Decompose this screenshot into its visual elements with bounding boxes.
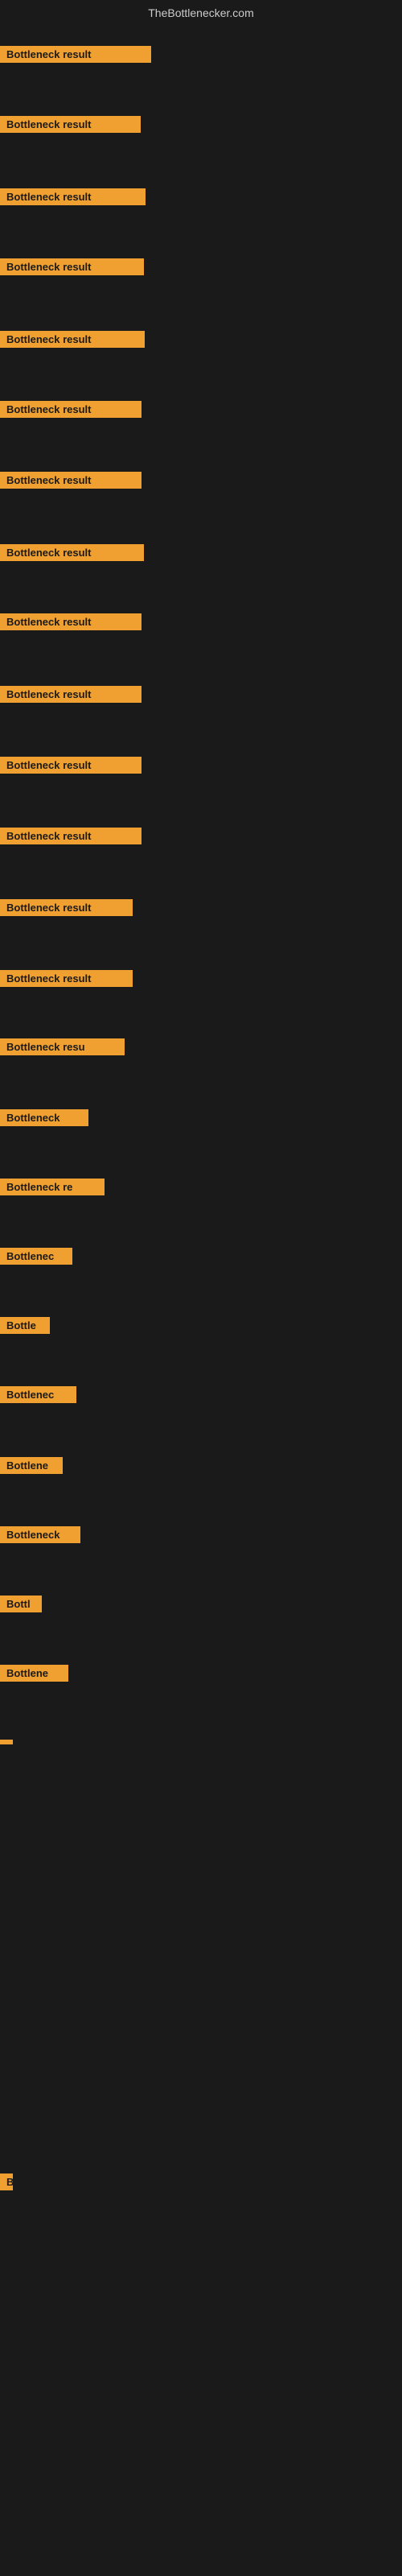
bottleneck-label: Bottleneck result — [0, 613, 142, 630]
bottleneck-item: Bottleneck result — [0, 258, 144, 279]
bottleneck-label: Bottl — [0, 1596, 42, 1612]
bottleneck-label: Bottleneck result — [0, 544, 144, 561]
bottleneck-item: Bottleneck re — [0, 1179, 105, 1199]
bottleneck-item: Bottlene — [0, 1457, 63, 1478]
bottleneck-label: Bottle — [0, 1317, 50, 1334]
bottleneck-label: Bottleneck result — [0, 899, 133, 916]
bottleneck-label: Bottleneck result — [0, 46, 151, 63]
bottleneck-item — [0, 1734, 13, 1748]
bottleneck-item: Bottlenec — [0, 1386, 76, 1407]
bottleneck-label: Bottleneck result — [0, 401, 142, 418]
bottleneck-item: Bottlene — [0, 1665, 68, 1686]
bottleneck-item: Bottleneck result — [0, 613, 142, 634]
bottleneck-label: Bottleneck result — [0, 116, 141, 133]
bottleneck-item: Bottleneck result — [0, 331, 145, 352]
bottleneck-label: Bottleneck result — [0, 472, 142, 489]
bottleneck-label: Bottlene — [0, 1457, 63, 1474]
bottleneck-label: Bottleneck re — [0, 1179, 105, 1195]
bottleneck-label: Bottleneck result — [0, 686, 142, 703]
bottleneck-item: Bottleneck result — [0, 188, 146, 209]
site-title: TheBottlenecker.com — [148, 6, 254, 19]
bottleneck-item: Bottleneck result — [0, 401, 142, 422]
bottleneck-item: Bottleneck result — [0, 46, 151, 67]
bottleneck-label: Bottleneck result — [0, 188, 146, 205]
bottleneck-label: Bottleneck result — [0, 258, 144, 275]
bottleneck-item: Bottleneck resu — [0, 1038, 125, 1059]
bottleneck-label: B — [0, 2174, 13, 2190]
bottleneck-item: Bottleneck result — [0, 472, 142, 493]
bottleneck-label: Bottleneck result — [0, 757, 142, 774]
bottleneck-label: Bottleneck result — [0, 828, 142, 844]
bottleneck-item: Bottle — [0, 1317, 50, 1338]
bottleneck-item: Bottleneck — [0, 1526, 80, 1547]
bottleneck-label: Bottleneck result — [0, 970, 133, 987]
bottleneck-item: Bottl — [0, 1596, 42, 1616]
bottleneck-item: Bottleneck result — [0, 116, 141, 137]
bottleneck-item: Bottleneck — [0, 1109, 88, 1130]
bottleneck-label: Bottlenec — [0, 1248, 72, 1265]
bottleneck-label: Bottlene — [0, 1665, 68, 1682]
bottleneck-item: Bottleneck result — [0, 899, 133, 920]
bottleneck-label: Bottlenec — [0, 1386, 76, 1403]
bottleneck-item: Bottlenec — [0, 1248, 72, 1269]
bottleneck-item: B — [0, 2174, 13, 2194]
bottleneck-label: Bottleneck resu — [0, 1038, 125, 1055]
bottleneck-label — [0, 1740, 13, 1744]
bottleneck-label: Bottleneck — [0, 1526, 80, 1543]
bottleneck-item: Bottleneck result — [0, 686, 142, 707]
site-header: TheBottlenecker.com — [0, 0, 402, 23]
bottleneck-item: Bottleneck result — [0, 970, 133, 991]
bottleneck-item: Bottleneck result — [0, 757, 142, 778]
bottleneck-item: Bottleneck result — [0, 828, 142, 848]
bottleneck-label: Bottleneck — [0, 1109, 88, 1126]
bottleneck-label: Bottleneck result — [0, 331, 145, 348]
bottleneck-item: Bottleneck result — [0, 544, 144, 565]
